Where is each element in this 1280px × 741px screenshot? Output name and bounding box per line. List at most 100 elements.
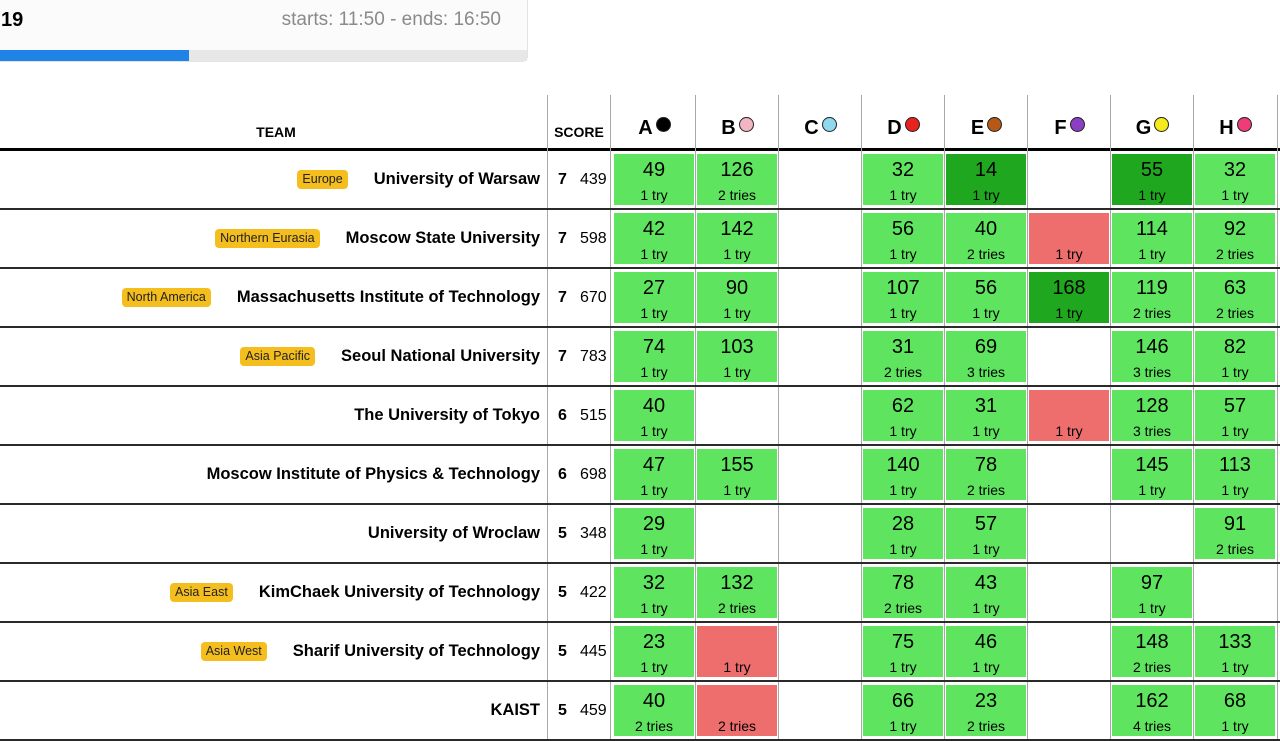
team-name[interactable]: Sharif University of Technology: [293, 642, 540, 661]
team-row[interactable]: The University of Tokyo 6 515 40 1 try 62 1 tr…: [0, 387, 1280, 444]
problem-cell-h[interactable]: 133 1 try: [1195, 626, 1275, 677]
tries-count: 1 try: [1055, 246, 1083, 262]
problem-cell-d[interactable]: 28 1 try: [863, 508, 943, 559]
team-row[interactable]: Asia West Sharif University of Technology…: [0, 623, 1280, 680]
problem-cell-d[interactable]: 62 1 try: [863, 390, 943, 441]
problem-cell-e[interactable]: 46 1 try: [946, 626, 1026, 677]
problem-header-e[interactable]: E: [945, 117, 1028, 138]
solved-count: 7: [558, 348, 567, 365]
solve-time: 31: [891, 336, 915, 358]
problem-cell-e[interactable]: 14 1 try: [946, 154, 1026, 205]
problem-cell-d[interactable]: 140 1 try: [863, 449, 943, 500]
problem-cell-f[interactable]: 168 1 try: [1029, 272, 1109, 323]
problem-cell-e[interactable]: 78 2 tries: [946, 449, 1026, 500]
problem-cell-g[interactable]: 114 1 try: [1112, 213, 1192, 264]
problem-cell-a[interactable]: 23 1 try: [614, 626, 694, 677]
team-row[interactable]: Europe University of Warsaw 7 439 49 1 try 126…: [0, 151, 1280, 208]
problem-cell-d[interactable]: 107 1 try: [863, 272, 943, 323]
team-name[interactable]: KAIST: [491, 701, 541, 720]
problem-cell-g[interactable]: 145 1 try: [1112, 449, 1192, 500]
problem-cell-a[interactable]: 40 1 try: [614, 390, 694, 441]
team-row[interactable]: University of Wroclaw 5 348 29 1 try 28 1 try 5…: [0, 505, 1280, 562]
team-name[interactable]: KimChaek University of Technology: [259, 583, 540, 602]
problem-cell-e[interactable]: 57 1 try: [946, 508, 1026, 559]
team-row[interactable]: Northern Eurasia Moscow State University 7…: [0, 210, 1280, 267]
solve-time: 92: [1223, 218, 1247, 240]
contest-id: 19: [1, 9, 24, 31]
problem-cell-g[interactable]: 148 2 tries: [1112, 626, 1192, 677]
team-row[interactable]: Asia Pacific Seoul National University 7 78…: [0, 328, 1280, 385]
team-row[interactable]: KAIST 5 459 40 2 tries 2 tries 66 1 try 23 2 trie…: [0, 682, 1280, 739]
problem-cell-b[interactable]: 90 1 try: [697, 272, 777, 323]
problem-cell-a[interactable]: 42 1 try: [614, 213, 694, 264]
scoreboard: TEAM SCORE A B C D E F G H Europe University of …: [0, 95, 1280, 741]
problem-cell-a[interactable]: 74 1 try: [614, 331, 694, 382]
team-name[interactable]: Moscow State University: [346, 229, 540, 248]
problem-cell-b[interactable]: 1 try: [697, 626, 777, 677]
problem-cell-g[interactable]: 97 1 try: [1112, 567, 1192, 618]
problem-cell-a[interactable]: 40 2 tries: [614, 685, 694, 736]
solve-time: 113: [1219, 454, 1251, 476]
team-row[interactable]: North America Massachusetts Institute of …: [0, 269, 1280, 326]
problem-header-c[interactable]: C: [779, 117, 862, 138]
problem-header-a[interactable]: A: [613, 117, 696, 138]
problem-cell-e[interactable]: 69 3 tries: [946, 331, 1026, 382]
problem-cell-d[interactable]: 78 2 tries: [863, 567, 943, 618]
problem-header-d[interactable]: D: [862, 117, 945, 138]
team-name[interactable]: Seoul National University: [341, 347, 540, 366]
problem-cell-a[interactable]: 27 1 try: [614, 272, 694, 323]
problem-cell-e[interactable]: 56 1 try: [946, 272, 1026, 323]
problem-header-b[interactable]: B: [696, 117, 779, 138]
tries-count: 1 try: [1221, 482, 1249, 498]
team-name[interactable]: University of Wroclaw: [368, 524, 540, 543]
problem-cell-e[interactable]: 31 1 try: [946, 390, 1026, 441]
problem-cell-d[interactable]: 32 1 try: [863, 154, 943, 205]
problem-cell-b[interactable]: 132 2 tries: [697, 567, 777, 618]
problem-cell-h[interactable]: 32 1 try: [1195, 154, 1275, 205]
problem-header-h[interactable]: H: [1194, 117, 1277, 138]
problem-cell-a[interactable]: 49 1 try: [614, 154, 694, 205]
solve-time: 78: [974, 454, 998, 476]
tries-count: 2 tries: [1215, 246, 1255, 262]
problem-cell-a[interactable]: 32 1 try: [614, 567, 694, 618]
team-name[interactable]: Moscow Institute of Physics & Technology: [207, 465, 540, 484]
team-row[interactable]: Asia East KimChaek University of Technolo…: [0, 564, 1280, 621]
problem-cell-b[interactable]: 155 1 try: [697, 449, 777, 500]
problem-cell-g[interactable]: 119 2 tries: [1112, 272, 1192, 323]
problem-cell-h[interactable]: 91 2 tries: [1195, 508, 1275, 559]
problem-cell-e[interactable]: 40 2 tries: [946, 213, 1026, 264]
team-name[interactable]: The University of Tokyo: [354, 406, 540, 425]
problem-cell-d[interactable]: 56 1 try: [863, 213, 943, 264]
problem-cell-b[interactable]: 142 1 try: [697, 213, 777, 264]
problem-cell-d[interactable]: 31 2 tries: [863, 331, 943, 382]
problem-cell-a[interactable]: 29 1 try: [614, 508, 694, 559]
problem-cell-b[interactable]: 2 tries: [697, 685, 777, 736]
team-name[interactable]: University of Warsaw: [374, 170, 540, 189]
problem-cell-b[interactable]: 126 2 tries: [697, 154, 777, 205]
problem-cell-h[interactable]: 82 1 try: [1195, 331, 1275, 382]
problem-cell-g[interactable]: 128 3 tries: [1112, 390, 1192, 441]
problem-cell-h[interactable]: 113 1 try: [1195, 449, 1275, 500]
problem-cell-e[interactable]: 23 2 tries: [946, 685, 1026, 736]
problem-header-g[interactable]: G: [1111, 117, 1194, 138]
problem-cell-g[interactable]: 146 3 tries: [1112, 331, 1192, 382]
problem-cell-d[interactable]: 66 1 try: [863, 685, 943, 736]
problem-cell-h[interactable]: 57 1 try: [1195, 390, 1275, 441]
tries-count: 1 try: [723, 305, 751, 321]
problem-cell-b[interactable]: 103 1 try: [697, 331, 777, 382]
problem-cell-a[interactable]: 47 1 try: [614, 449, 694, 500]
problem-cell-f[interactable]: 1 try: [1029, 390, 1109, 441]
problem-cell-h[interactable]: 68 1 try: [1195, 685, 1275, 736]
problem-cell-g[interactable]: 162 4 tries: [1112, 685, 1192, 736]
solve-time: 29: [642, 513, 666, 535]
team-name[interactable]: Massachusetts Institute of Technology: [237, 288, 540, 307]
problem-cell-g[interactable]: 55 1 try: [1112, 154, 1192, 205]
team-row[interactable]: Moscow Institute of Physics & Technology…: [0, 446, 1280, 503]
problem-cell-h[interactable]: 63 2 tries: [1195, 272, 1275, 323]
problem-cell-e[interactable]: 43 1 try: [946, 567, 1026, 618]
tries-count: 2 tries: [1132, 659, 1172, 675]
problem-cell-f[interactable]: 1 try: [1029, 213, 1109, 264]
problem-header-f[interactable]: F: [1028, 117, 1111, 138]
problem-cell-h[interactable]: 92 2 tries: [1195, 213, 1275, 264]
problem-cell-d[interactable]: 75 1 try: [863, 626, 943, 677]
